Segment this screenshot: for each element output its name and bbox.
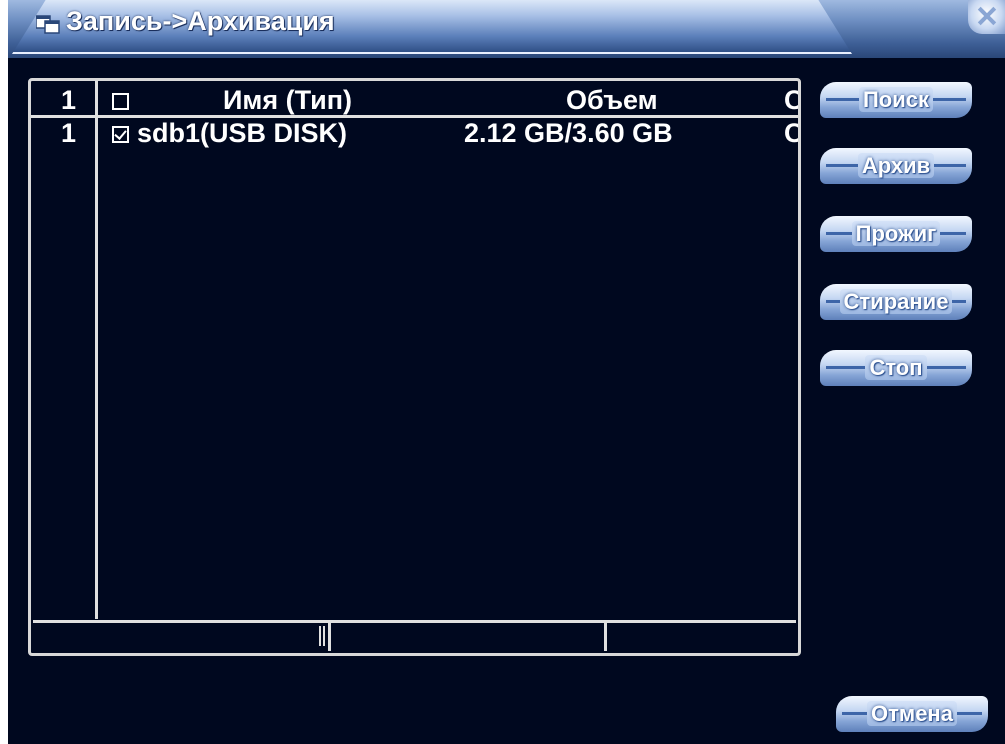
select-all-checkbox[interactable]: [112, 93, 129, 110]
header-name[interactable]: Имя (Тип): [223, 85, 352, 116]
title-tab: Запись->Архивация: [12, 0, 852, 54]
row-checkbox[interactable]: [112, 126, 129, 143]
device-list: 1 Имя (Тип) Объем С 1 sdb1(USB DISK) 2.1…: [28, 78, 801, 656]
archive-button[interactable]: Архив: [820, 148, 972, 184]
row-index: 1: [61, 118, 77, 148]
row-device-size[interactable]: 2.12 GB/3.60 GB: [464, 118, 673, 149]
scroll-divider: [328, 623, 331, 651]
page-title: Запись->Архивация: [66, 6, 335, 36]
stop-button[interactable]: Стоп: [820, 350, 972, 386]
windows-icon: [36, 15, 60, 34]
header-size[interactable]: Объем: [566, 85, 658, 116]
header-index: 1: [61, 85, 77, 115]
close-icon[interactable]: [968, 0, 1005, 34]
header-extra[interactable]: С: [784, 85, 798, 116]
cancel-button[interactable]: Отмена: [836, 696, 988, 732]
scroll-grip[interactable]: [323, 626, 325, 646]
search-button[interactable]: Поиск: [820, 82, 972, 118]
row-extra[interactable]: С: [784, 118, 798, 149]
erase-button[interactable]: Стирание: [820, 284, 972, 320]
title-bar: Запись->Архивация: [8, 0, 1005, 58]
burn-button[interactable]: Прожиг: [820, 216, 972, 252]
scroll-divider: [604, 623, 607, 651]
row-device-name[interactable]: sdb1(USB DISK): [137, 118, 347, 149]
column-divider-index: [95, 81, 98, 619]
horizontal-scrollbar[interactable]: [33, 620, 796, 651]
scroll-grip[interactable]: [319, 626, 321, 646]
archive-dialog: Запись->Архивация 1 Имя (Тип) Объем С 1 …: [8, 0, 1005, 744]
